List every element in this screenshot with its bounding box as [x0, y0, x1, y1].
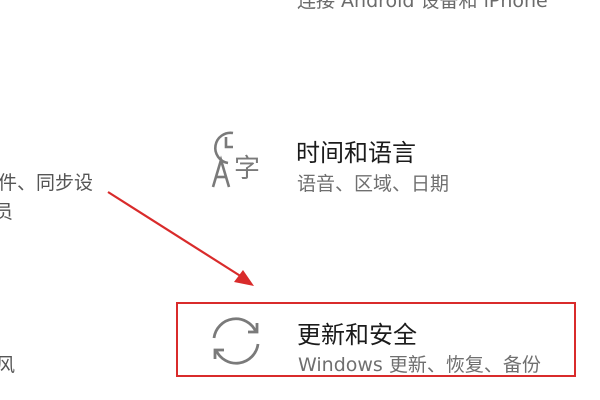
annotation-arrow	[107, 191, 254, 286]
